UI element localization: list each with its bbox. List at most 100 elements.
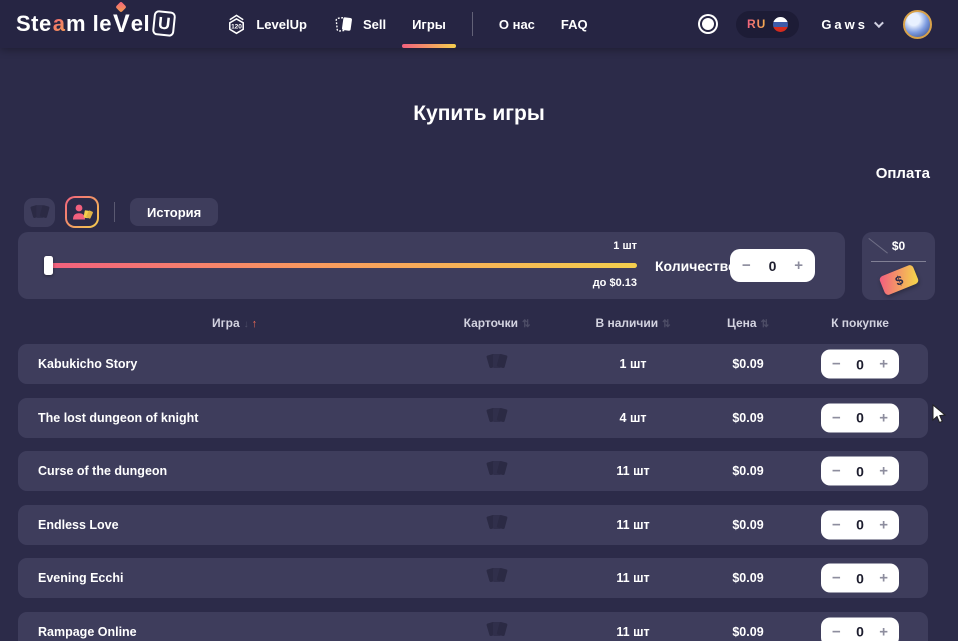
price: $0.09 (732, 571, 763, 585)
quantity-label: Количество: (655, 232, 741, 299)
table-row: Evening Ecchi 11 шт $0.09 − 0 + (18, 558, 928, 598)
quantity-value[interactable]: 0 (856, 517, 864, 533)
navbar: Steam leVelU 120 LevelUp Sell Игры (0, 0, 958, 48)
cards-fan-icon (484, 618, 510, 641)
quantity-slider-panel: 1 шт до $0.13 Количество: − 0 + (18, 232, 845, 299)
column-header-buy: К покупке (831, 316, 889, 330)
minus-button[interactable]: − (832, 357, 841, 372)
page-title: Купить игры (0, 102, 958, 126)
cards-fan-icon (484, 511, 510, 538)
minus-button[interactable]: − (832, 410, 841, 425)
stock-count: 11 шт (616, 625, 649, 639)
column-header-game[interactable]: Игра↓↑ (212, 316, 257, 330)
table-row: Endless Love 11 шт $0.09 − 0 + (18, 505, 928, 545)
table-row: Rampage Online 11 шт $0.09 − 0 + (18, 612, 928, 641)
quantity-value[interactable]: 0 (856, 410, 864, 426)
sort-icon: ⇅ (761, 319, 769, 330)
row-quantity-stepper: − 0 + (821, 350, 899, 379)
plus-button[interactable]: + (879, 410, 888, 425)
plus-button[interactable]: + (879, 624, 888, 639)
stock-count: 11 шт (616, 464, 649, 478)
cards-fan-icon (484, 565, 510, 592)
plus-button[interactable]: + (879, 464, 888, 479)
sort-icon: ⇅ (522, 319, 530, 330)
levelup-badge-icon: 120 (225, 13, 248, 36)
user-menu[interactable]: Gaws (821, 17, 881, 32)
sort-down-icon: ↓ (244, 319, 249, 330)
logo-text: Ste (16, 11, 52, 37)
language-switcher[interactable]: RU (736, 11, 799, 38)
logo-letter-a: a (52, 11, 66, 37)
price: $0.09 (732, 464, 763, 478)
nav-item-about[interactable]: О нас (499, 0, 535, 48)
slider-max-label: 1 шт (573, 240, 637, 252)
app: Steam leVelU 120 LevelUp Sell Игры (0, 0, 958, 641)
banknote-icon: $ (878, 264, 919, 296)
logo-text: el (131, 11, 150, 37)
minus-button[interactable]: − (832, 624, 841, 639)
slider-track[interactable] (48, 263, 637, 268)
minus-button[interactable]: − (832, 464, 841, 479)
nav-item-sell[interactable]: Sell (333, 0, 386, 48)
column-header-price[interactable]: Цена⇅ (727, 316, 769, 330)
minus-button[interactable]: − (832, 517, 841, 532)
buyers-view-toggle[interactable] (65, 196, 99, 228)
nav-item-games[interactable]: Игры (412, 0, 446, 48)
cards-fan-icon (484, 458, 510, 485)
logo-letter-u: U (152, 10, 177, 37)
navbar-right: RU Gaws (702, 10, 932, 39)
quantity-value[interactable]: 0 (856, 570, 864, 586)
minus-button[interactable]: − (832, 571, 841, 586)
avatar[interactable] (903, 10, 932, 39)
payment-divider (871, 261, 926, 262)
column-header-cards[interactable]: Карточки⇅ (464, 316, 531, 330)
sort-up-icon: ↑ (252, 318, 258, 330)
row-quantity-stepper: − 0 + (821, 510, 899, 539)
quantity-value[interactable]: 0 (856, 356, 864, 372)
plus-button[interactable]: + (794, 258, 803, 273)
nav-label: О нас (499, 17, 535, 32)
quantity-value[interactable]: 0 (856, 624, 864, 640)
row-quantity-stepper: − 0 + (821, 403, 899, 432)
main-nav: 120 LevelUp Sell Игры О нас FAQ (225, 0, 587, 48)
stock-count: 4 шт (620, 411, 647, 425)
quantity-value[interactable]: 0 (856, 463, 864, 479)
dollar-icon: $ (892, 272, 904, 289)
sort-icon: ⇅ (662, 319, 670, 330)
nav-item-levelup[interactable]: 120 LevelUp (225, 0, 307, 48)
mouse-cursor (932, 404, 947, 425)
nav-divider (472, 12, 473, 36)
svg-text:120: 120 (231, 23, 242, 30)
payment-panel[interactable]: $0 $ (862, 232, 935, 300)
payment-heading: Оплата (876, 165, 930, 182)
table-header: Игра↓↑ Карточки⇅ В наличии⇅ Цена⇅ К поку… (0, 313, 958, 337)
game-name: Endless Love (38, 518, 119, 532)
price: $0.09 (732, 357, 763, 371)
game-name: The lost dungeon of knight (38, 411, 198, 425)
quantity-stepper: − 0 + (730, 249, 815, 282)
logo-text: m le (66, 11, 112, 37)
minus-button[interactable]: − (742, 258, 751, 273)
history-button[interactable]: История (130, 198, 218, 226)
plus-button[interactable]: + (879, 517, 888, 532)
language-code: RU (747, 17, 766, 31)
column-header-stock[interactable]: В наличии⇅ (595, 316, 670, 330)
cards-view-toggle[interactable] (24, 198, 55, 227)
sell-cards-icon (333, 13, 355, 35)
russia-flag-icon (773, 17, 788, 32)
controls-divider (114, 202, 115, 222)
logo-letter-v: V (113, 10, 130, 39)
nav-label: Игры (412, 17, 446, 32)
game-name: Rampage Online (38, 625, 137, 639)
buyer-cards-icon (72, 203, 93, 221)
theme-toggle-icon[interactable] (702, 18, 714, 30)
slider-handle[interactable] (44, 256, 53, 275)
quantity-value[interactable]: 0 (769, 258, 777, 274)
game-name: Curse of the dungeon (38, 464, 167, 478)
brand-logo[interactable]: Steam leVelU (16, 10, 175, 39)
nav-item-faq[interactable]: FAQ (561, 0, 588, 48)
price: $0.09 (732, 625, 763, 639)
stock-count: 11 шт (616, 571, 649, 585)
plus-button[interactable]: + (879, 357, 888, 372)
plus-button[interactable]: + (879, 571, 888, 586)
